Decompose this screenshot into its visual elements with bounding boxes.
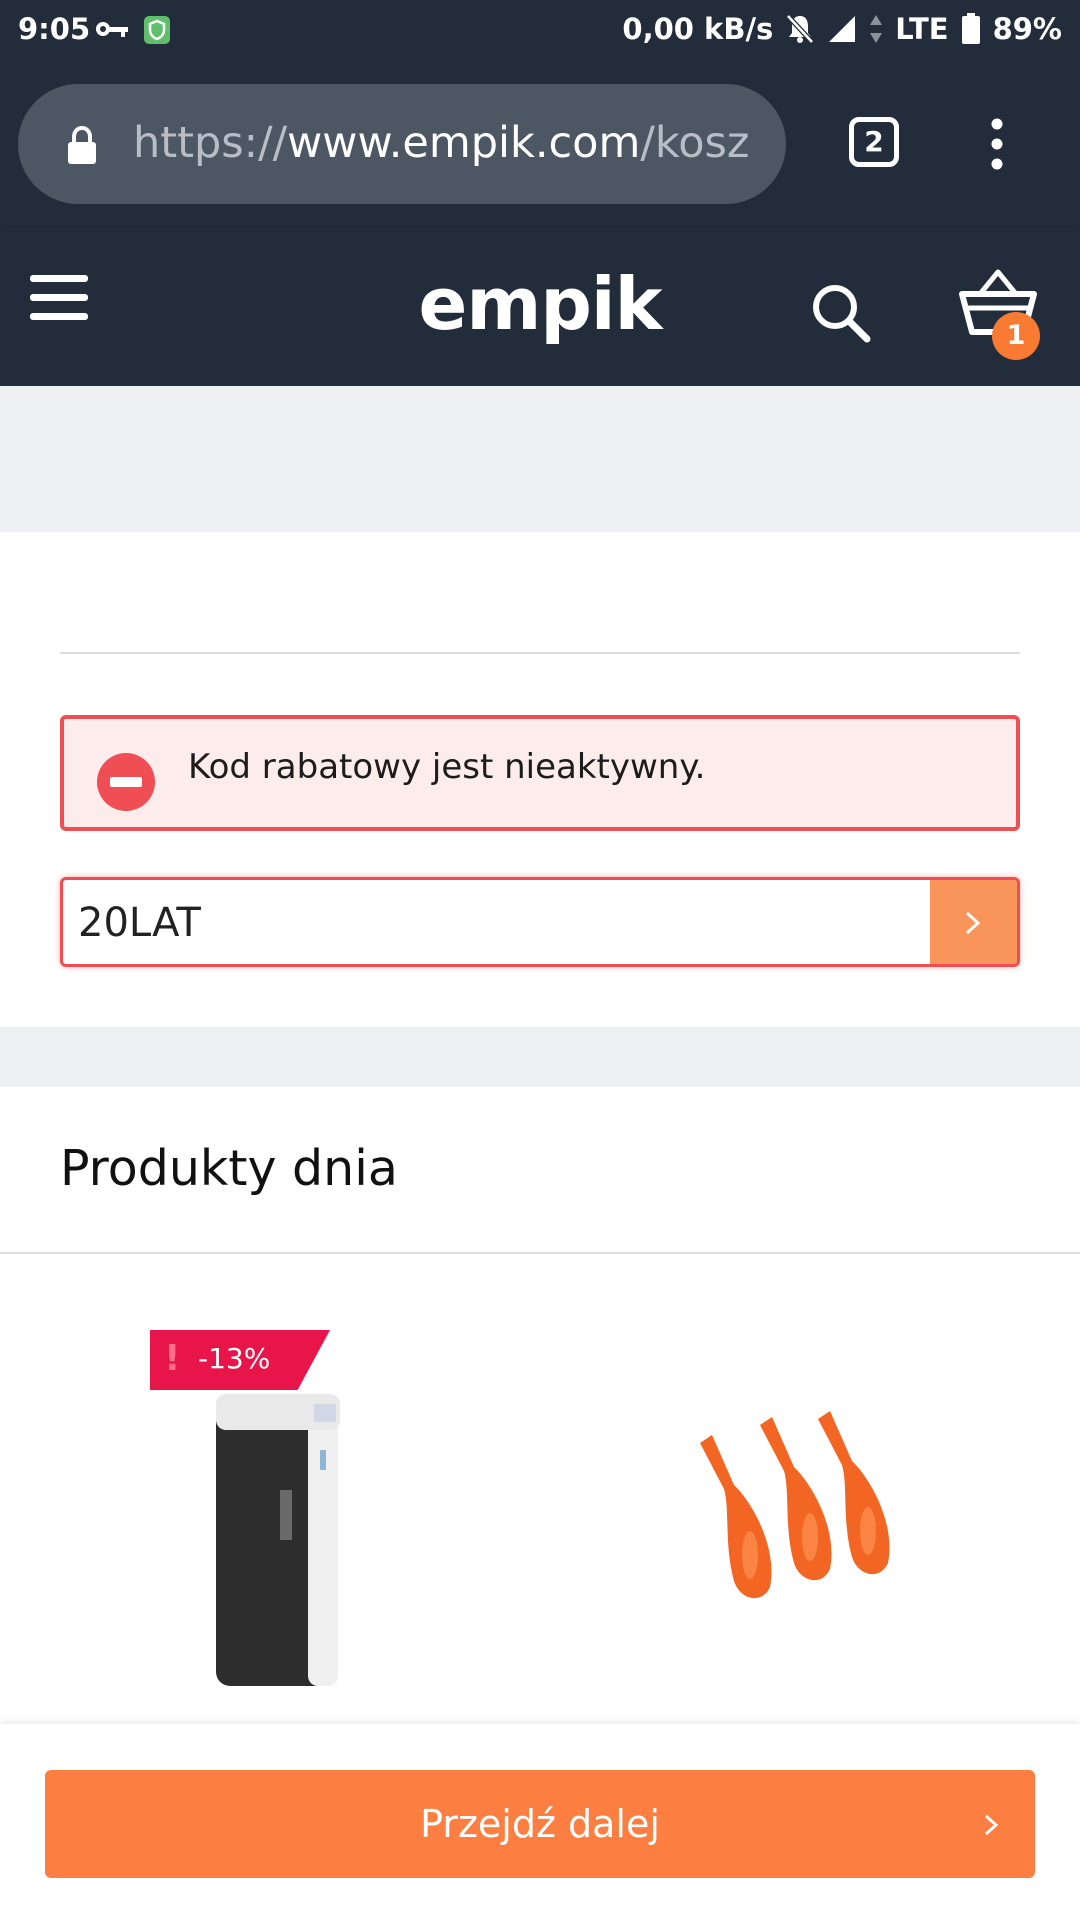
bottom-action-bar: Przejdź dalej [0,1724,1080,1920]
divider [60,652,1020,654]
status-time: 9:05 [18,12,91,46]
network-speed: 0,00 kB/s [622,12,774,46]
error-message: Kod rabatowy jest nieaktywny. [188,747,706,787]
battery-icon [961,13,981,45]
apply-coupon-button[interactable] [930,880,1017,964]
orange-spoons-image [700,1411,890,1599]
network-type: LTE [895,12,949,46]
overflow-menu-icon[interactable] [982,118,1012,174]
section-separator [0,1027,1080,1087]
cart-count-badge: 1 [992,312,1040,360]
proceed-label: Przejdź dalej [420,1802,660,1846]
lock-icon [66,125,98,170]
data-arrows-icon [869,13,883,45]
site-header: empik 1 [0,228,1080,386]
coupon-code-input[interactable] [78,894,778,952]
product-card[interactable]: ! -13% [150,1330,370,1690]
error-minus-icon [96,752,156,816]
chevron-right-icon [965,911,981,935]
exclamation-icon: ! [164,1338,181,1379]
coupon-form [60,877,1020,967]
tab-switcher-button[interactable]: 2 [849,117,899,167]
battery-level: 89% [992,12,1062,46]
empik-logo[interactable]: empik [0,262,1080,346]
spacer-band [0,386,1080,532]
chevron-right-icon [984,1814,999,1836]
powerbank-image [216,1394,340,1686]
search-icon[interactable] [810,282,874,350]
section-title: Produkty dnia [60,1140,398,1197]
key-icon [94,15,130,49]
product-card[interactable] [690,1405,930,1629]
bell-muted-icon [785,13,815,45]
url-text: https://www.empik.com/kosz [133,118,750,168]
proceed-button[interactable]: Przejdź dalej [45,1770,1035,1878]
signal-icon [827,14,857,44]
coupon-error-alert: Kod rabatowy jest nieaktywny. [60,715,1020,831]
url-bar[interactable]: https://www.empik.com/kosz [18,84,786,204]
shield-icon [142,14,172,53]
browser-toolbar: https://www.empik.com/kosz 2 [0,60,1080,228]
status-bar: 9:05 0,00 kB/s LTE 89% [0,0,1080,60]
divider [0,1252,1080,1254]
